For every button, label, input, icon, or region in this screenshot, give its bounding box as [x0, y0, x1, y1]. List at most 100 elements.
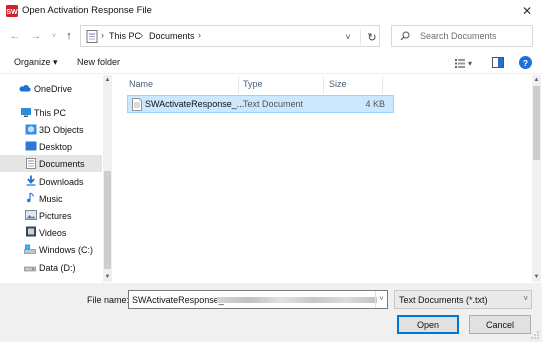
sidebar-item-3d-objects[interactable]: 3D Objects — [0, 121, 102, 138]
videos-icon — [26, 226, 36, 237]
address-dropdown-button[interactable]: ˅ — [341, 30, 355, 44]
documents-icon — [26, 158, 36, 169]
recent-locations-button[interactable]: ˅ — [47, 29, 61, 43]
cancel-button-label: Cancel — [485, 319, 514, 330]
column-header-size[interactable]: Size — [329, 79, 347, 89]
breadcrumb-separator[interactable]: › — [140, 30, 143, 40]
file-list-scrollbar[interactable]: ▲ ▼ — [532, 75, 541, 282]
help-icon: ? — [522, 57, 529, 68]
address-row: ← → ˅ ↑ › This PC › Documents › ˅ ↻ Sear… — [0, 22, 542, 50]
address-bar[interactable]: › This PC › Documents › ˅ ↻ — [80, 25, 380, 47]
column-separator[interactable] — [238, 77, 239, 93]
file-type: Text Document — [243, 99, 304, 109]
search-placeholder: Search Documents — [420, 31, 497, 41]
solidworks-app-icon: SW — [6, 5, 18, 17]
column-separator[interactable] — [323, 77, 324, 93]
open-button-label: Open — [416, 319, 440, 330]
sidebar-item-label: Data (D:) — [39, 263, 76, 273]
scrollbar-thumb[interactable] — [104, 171, 111, 269]
cancel-button[interactable]: Cancel — [469, 315, 531, 334]
scroll-up-icon[interactable]: ▲ — [103, 75, 112, 85]
sidebar-item-label: OneDrive — [34, 84, 73, 94]
file-list: Name Type Size SWActivateResponse_... Te… — [115, 75, 530, 282]
window-title: Open Activation Response File — [22, 5, 152, 16]
music-icon — [27, 192, 35, 203]
close-button[interactable]: ✕ — [512, 0, 542, 22]
sidebar-item-videos[interactable]: Videos — [0, 224, 102, 241]
dialog-footer: File name: SWActivateResponse_ ˅ Text Do… — [0, 283, 542, 342]
3d-objects-icon — [25, 124, 37, 135]
navigation-scrollbar[interactable]: ▲ ▼ — [103, 75, 112, 282]
drive-d-icon — [24, 266, 36, 272]
sidebar-item-label: Windows (C:) — [39, 245, 94, 255]
preview-pane-button[interactable] — [492, 57, 504, 68]
forward-button[interactable]: → — [29, 29, 43, 43]
sidebar-item-data-d[interactable]: Data (D:) — [0, 259, 102, 276]
close-icon: ✕ — [521, 4, 533, 18]
sidebar-item-onedrive[interactable]: OneDrive — [0, 80, 102, 97]
breadcrumb-separator[interactable]: › — [101, 30, 104, 40]
file-name-field[interactable]: SWActivateResponse_ ˅ — [128, 290, 388, 309]
sidebar-item-desktop[interactable]: Desktop — [0, 138, 102, 155]
this-pc-icon — [21, 108, 31, 117]
file-name-value: SWActivateResponse_ — [132, 295, 224, 305]
chevron-down-icon: ˅ — [523, 294, 528, 303]
column-separator[interactable] — [382, 77, 383, 93]
sidebar-item-music[interactable]: Music — [0, 190, 102, 207]
column-header-name[interactable]: Name — [129, 79, 153, 89]
new-folder-button[interactable]: New folder — [77, 57, 120, 67]
organize-button[interactable]: Organize ▾ — [14, 57, 58, 68]
chevron-down-icon: ▾ — [468, 58, 473, 68]
divider — [360, 29, 361, 45]
sidebar-item-label: Music — [39, 194, 63, 204]
sidebar-item-documents[interactable]: Documents — [0, 155, 102, 172]
sidebar-item-windows-c[interactable]: Windows (C:) — [0, 241, 102, 258]
column-header-type[interactable]: Type — [243, 79, 263, 89]
view-details-icon — [455, 58, 465, 68]
refresh-button[interactable]: ↻ — [364, 30, 380, 44]
title-bar: SW Open Activation Response File ✕ — [0, 0, 542, 22]
breadcrumb-this-pc[interactable]: This PC — [109, 31, 141, 41]
file-name-label: File name: — [87, 295, 130, 305]
sidebar-item-pictures[interactable]: Pictures — [0, 207, 102, 224]
chevron-down-icon: ˅ — [379, 296, 384, 303]
scrollbar-thumb[interactable] — [533, 86, 540, 160]
pictures-icon — [25, 210, 37, 220]
text-file-icon — [132, 98, 142, 111]
breadcrumb-separator[interactable]: › — [198, 30, 201, 40]
sidebar-item-label: Pictures — [39, 211, 72, 221]
svg-text:SW: SW — [6, 9, 18, 16]
sidebar-item-label: Documents — [39, 159, 85, 169]
up-arrow-icon: ↑ — [66, 30, 72, 42]
chevron-down-icon: ˅ — [51, 32, 57, 40]
scroll-down-icon[interactable]: ▼ — [103, 272, 112, 282]
sidebar-item-this-pc[interactable]: This PC — [0, 104, 102, 121]
change-view-button[interactable]: ▾ — [455, 57, 477, 69]
help-button[interactable]: ? — [519, 56, 532, 69]
navigation-pane: OneDrive This PC 3D Objects Desktop Docu… — [0, 75, 113, 283]
scroll-down-icon[interactable]: ▼ — [532, 272, 541, 282]
file-type-select[interactable]: Text Documents (*.txt) ˅ — [394, 290, 532, 309]
breadcrumb-documents[interactable]: Documents — [149, 31, 195, 41]
file-name: SWActivateResponse_... — [145, 99, 245, 109]
file-size: 4 KB — [365, 99, 385, 109]
up-button[interactable]: ↑ — [62, 29, 76, 43]
refresh-icon: ↻ — [367, 31, 377, 44]
search-icon — [400, 31, 410, 41]
sidebar-item-downloads[interactable]: Downloads — [0, 173, 102, 190]
back-button[interactable]: ← — [8, 29, 22, 43]
documents-folder-icon — [86, 30, 98, 43]
chevron-down-icon: ˅ — [345, 32, 351, 42]
file-row[interactable]: SWActivateResponse_... Text Document 4 K… — [127, 95, 394, 113]
sidebar-item-label: 3D Objects — [39, 125, 84, 135]
forward-arrow-icon: → — [30, 30, 42, 42]
open-button[interactable]: Open — [397, 315, 459, 334]
file-type-value: Text Documents (*.txt) — [399, 295, 488, 305]
scroll-up-icon[interactable]: ▲ — [532, 75, 541, 85]
redacted-text — [217, 297, 377, 303]
sidebar-item-label: This PC — [34, 108, 67, 118]
file-name-dropdown-button[interactable]: ˅ — [375, 291, 387, 308]
search-input[interactable]: Search Documents — [391, 25, 533, 47]
sidebar-item-label: Desktop — [39, 142, 73, 152]
resize-grip-icon[interactable] — [531, 331, 539, 339]
